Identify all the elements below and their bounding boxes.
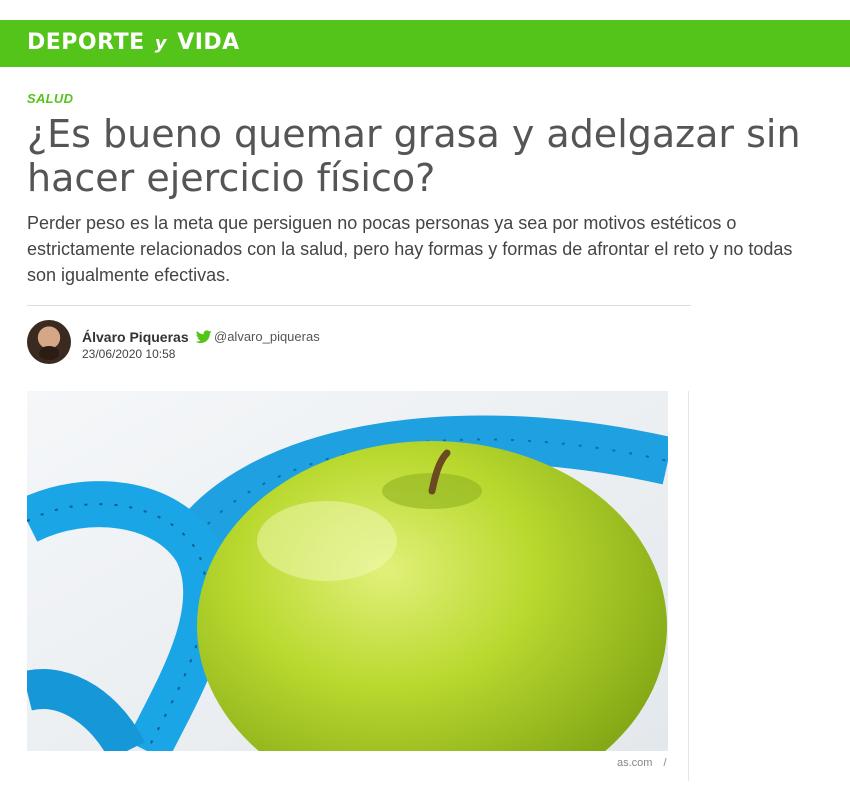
- brand-bar: DEPORTE y VIDA: [0, 20, 850, 67]
- section-tag[interactable]: SALUD: [27, 91, 73, 106]
- avatar-beard: [39, 346, 59, 360]
- image-credit-source: as.com: [617, 757, 653, 769]
- article-title: ¿Es bueno quemar grasa y adelgazar sin h…: [27, 112, 801, 200]
- brand-word-1: DEPORTE: [27, 30, 145, 55]
- twitter-icon[interactable]: [196, 330, 212, 344]
- image-credit-separator: /: [663, 757, 667, 769]
- divider: [27, 305, 691, 306]
- hero-image: [27, 391, 668, 751]
- top-spacer: [0, 0, 850, 20]
- apple-measuring-tape-image: [27, 391, 668, 751]
- author-avatar[interactable]: [27, 320, 71, 364]
- brand-logo[interactable]: DEPORTE y VIDA: [27, 30, 240, 55]
- sidebar-divider: [688, 391, 689, 781]
- author-name[interactable]: Álvaro Piqueras: [82, 329, 189, 345]
- brand-conjunction: y: [154, 33, 168, 54]
- brand-word-2: VIDA: [177, 30, 240, 55]
- twitter-handle[interactable]: @alvaro_piqueras: [214, 329, 320, 344]
- image-credit: as.com /: [617, 757, 667, 769]
- publish-date: 23/06/2020 10:58: [82, 347, 176, 361]
- article-subtitle: Perder peso es la meta que persiguen no …: [27, 213, 793, 285]
